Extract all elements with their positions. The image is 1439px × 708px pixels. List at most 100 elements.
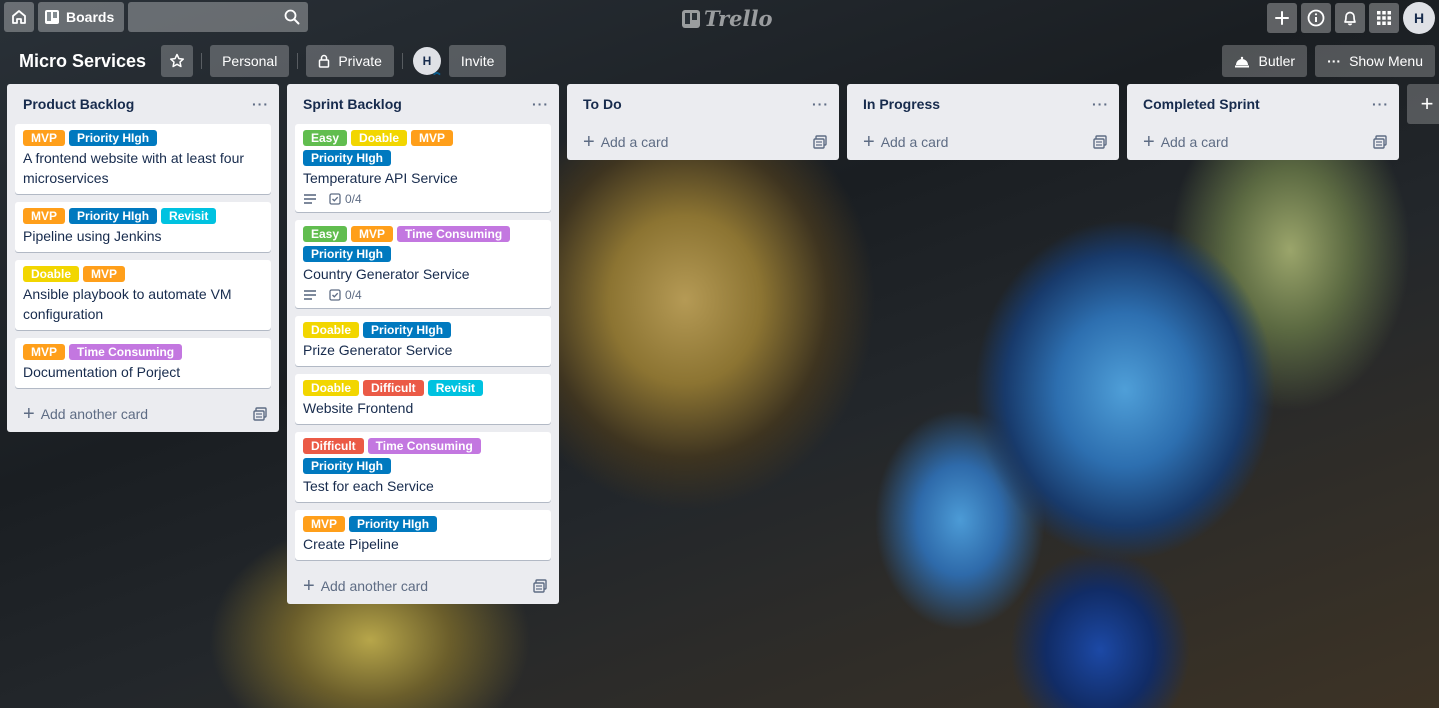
card[interactable]: Difficult Time Consuming Priority HIgh T… [295, 432, 551, 502]
board-title[interactable]: Micro Services [12, 51, 153, 72]
card-label: Difficult [303, 438, 364, 454]
list-sprint-backlog: Sprint Backlog ··· Easy Doable MVP Prior… [287, 84, 559, 604]
header-divider [297, 53, 299, 69]
list-title[interactable]: Completed Sprint [1143, 96, 1260, 112]
search-input[interactable] [128, 2, 309, 32]
card-template-icon[interactable] [533, 579, 547, 593]
boards-icon [45, 10, 59, 24]
card[interactable]: Doable Priority HIgh Prize Generator Ser… [295, 316, 551, 366]
list-title[interactable]: To Do [583, 96, 622, 112]
list-title[interactable]: Product Backlog [23, 96, 134, 112]
card-label: Priority HIgh [303, 150, 392, 166]
checklist-icon [329, 289, 341, 301]
list-product-backlog: Product Backlog ··· MVP Priority HIgh A … [7, 84, 279, 432]
apps-button[interactable] [1369, 3, 1399, 33]
card-title: Create Pipeline [303, 536, 399, 552]
info-button[interactable] [1301, 3, 1331, 33]
star-icon [170, 53, 185, 68]
card-label: Time Consuming [397, 226, 511, 242]
list-menu-icon[interactable]: ··· [1372, 96, 1389, 112]
add-card-button[interactable]: + Add a card [847, 124, 1119, 160]
card[interactable]: Easy Doable MVP Priority HIgh Temperatur… [295, 124, 551, 212]
plus-icon: + [1143, 131, 1155, 153]
card-title: Temperature API Service [303, 170, 458, 186]
card-label: MVP [23, 344, 66, 360]
visibility-label: Private [338, 53, 382, 69]
card-template-icon[interactable] [253, 407, 267, 421]
notifications-button[interactable] [1335, 3, 1365, 33]
card-label: Doable [303, 380, 360, 396]
list-title[interactable]: In Progress [863, 96, 940, 112]
card-label: Priority HIgh [69, 208, 158, 224]
plus-icon: + [583, 131, 595, 153]
checklist-badge: 0/4 [329, 192, 362, 206]
list-title[interactable]: Sprint Backlog [303, 96, 402, 112]
card[interactable]: MVP Priority HIgh Create Pipeline [295, 510, 551, 560]
card[interactable]: Doable MVP Ansible playbook to automate … [15, 260, 271, 330]
list-menu-icon[interactable]: ··· [1092, 96, 1109, 112]
butler-label: Butler [1258, 53, 1296, 69]
user-avatar[interactable]: H [1403, 2, 1435, 34]
list-menu-icon[interactable]: ··· [252, 96, 269, 112]
visibility-button[interactable]: Private [306, 45, 394, 77]
home-button[interactable] [4, 2, 34, 32]
butler-button[interactable]: Butler [1222, 45, 1308, 77]
show-menu-button[interactable]: ··· Show Menu [1315, 45, 1435, 77]
card-title: A frontend website with at least four mi… [23, 150, 245, 186]
card-label: MVP [411, 130, 454, 146]
card-title: Prize Generator Service [303, 342, 453, 358]
list-to-do: To Do ··· + Add a card [567, 84, 839, 160]
plus-icon [1275, 11, 1289, 25]
header-divider [401, 53, 403, 69]
add-card-button[interactable]: + Add another card [7, 396, 279, 432]
plus-icon: + [863, 131, 875, 153]
card-title: Pipeline using Jenkins [23, 228, 162, 244]
card-label: Doable [23, 266, 80, 282]
add-card-label: Add a card [1160, 134, 1229, 150]
invite-label: Invite [460, 53, 495, 69]
butler-bell-icon [1235, 56, 1250, 68]
trello-logo-text: Trello [704, 6, 773, 31]
card-template-icon[interactable] [1373, 135, 1387, 149]
member-initial: H [422, 54, 432, 68]
card-label: MVP [23, 130, 66, 146]
card-title: Ansible playbook to automate VM configur… [23, 286, 232, 322]
trello-logo[interactable]: Trello [682, 6, 773, 31]
team-button[interactable]: Personal [210, 45, 290, 77]
star-board-button[interactable] [161, 45, 194, 77]
checklist-icon [329, 193, 341, 205]
boards-button[interactable]: Boards [38, 2, 125, 32]
lock-icon [319, 54, 330, 68]
card[interactable]: MVP Time Consuming Documentation of Porj… [15, 338, 271, 388]
checklist-count: 0/4 [345, 192, 362, 206]
list-menu-icon[interactable]: ··· [812, 96, 829, 112]
card-label: Doable [303, 322, 360, 338]
invite-button[interactable]: Invite [448, 45, 507, 77]
search-field[interactable] [128, 2, 309, 32]
card-label: Revisit [161, 208, 217, 224]
card-template-icon[interactable] [1093, 135, 1107, 149]
card-label: Time Consuming [367, 438, 481, 454]
card[interactable]: MVP Priority HIgh A frontend website wit… [15, 124, 271, 194]
grid-icon [1377, 11, 1391, 25]
card[interactable]: Doable Difficult Revisit Website Fronten… [295, 374, 551, 424]
card-template-icon[interactable] [813, 135, 827, 149]
create-button[interactable] [1267, 3, 1297, 33]
card-label: Priority HIgh [363, 322, 452, 338]
list-completed-sprint: Completed Sprint ··· + Add a card [1127, 84, 1399, 160]
search-icon[interactable] [284, 9, 300, 25]
add-card-label: Add another card [40, 406, 149, 422]
card[interactable]: MVP Priority HIgh Revisit Pipeline using… [15, 202, 271, 252]
plus-icon: + [23, 403, 35, 425]
add-card-button[interactable]: + Add a card [567, 124, 839, 160]
list-menu-icon[interactable]: ··· [532, 96, 549, 112]
add-card-button[interactable]: + Add another card [287, 568, 559, 604]
board-member-avatar[interactable]: H ︽ [412, 47, 441, 76]
add-list-button[interactable]: + [1407, 84, 1439, 124]
trello-logo-icon [682, 9, 700, 28]
card-label: Revisit [427, 380, 484, 396]
add-card-button[interactable]: + Add a card [1127, 124, 1399, 160]
top-bar: Boards Trello H [0, 0, 1439, 34]
card-label: Doable [351, 130, 408, 146]
card[interactable]: Easy MVP Time Consuming Priority HIgh Co… [295, 220, 551, 308]
